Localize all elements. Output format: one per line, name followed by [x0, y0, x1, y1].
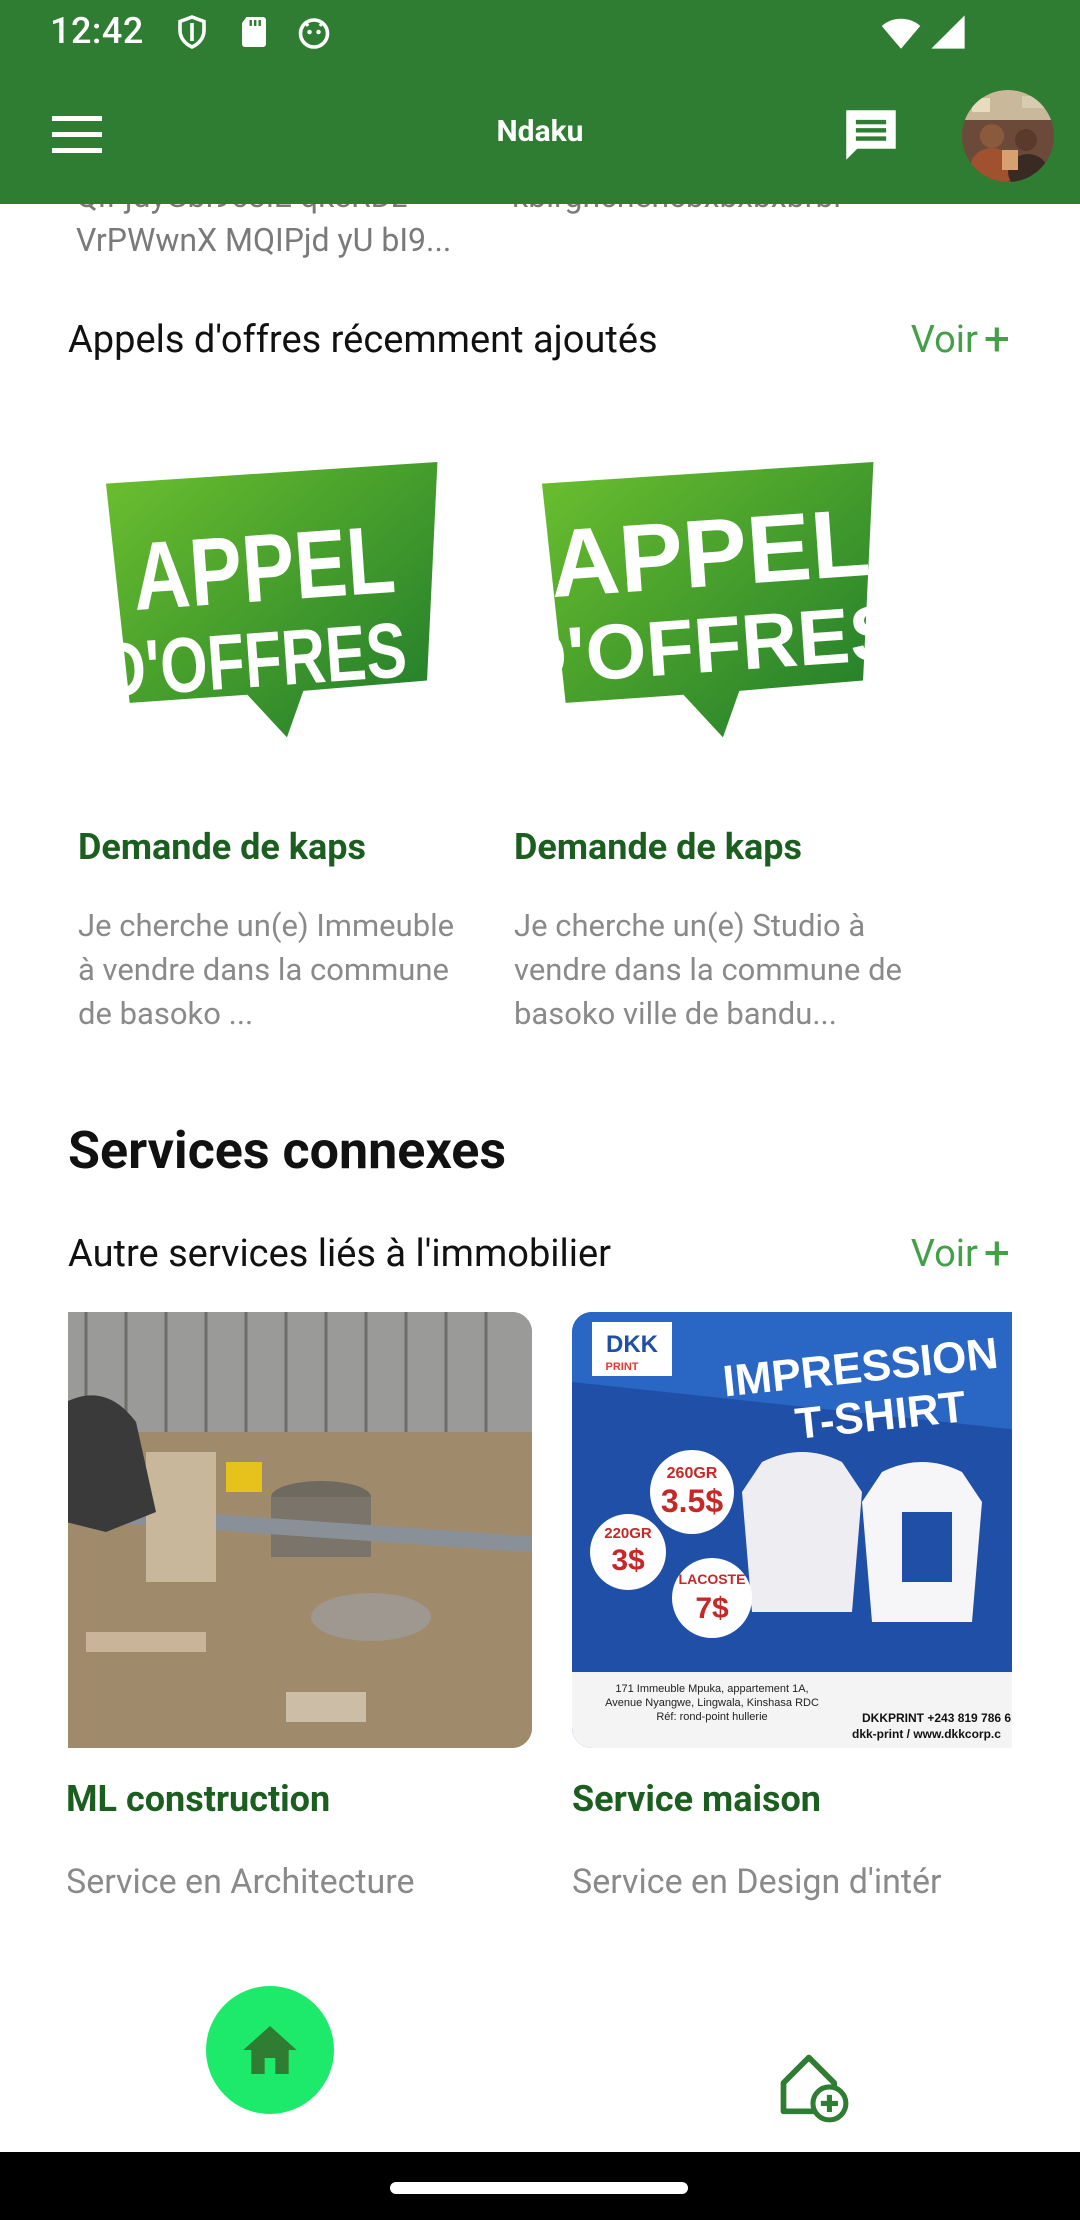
add-home-icon[interactable] [774, 2048, 850, 2124]
cut-off-card-text-right: kbirghchehcbxbxbxbrbr [512, 204, 844, 218]
offer-title: Demande de kaps [78, 826, 367, 868]
plus-icon: + [983, 1227, 1010, 1281]
svg-text:7$: 7$ [695, 1592, 729, 1625]
service-title: ML construction [68, 1778, 331, 1820]
service-title: Service maison [572, 1778, 821, 1820]
services-section-label: Autre services liés à l'immobilier [68, 1232, 612, 1276]
wifi-icon [881, 18, 921, 49]
app-bar: 12:42 Ndaku [0, 0, 1080, 204]
svg-text:dkk-print / www.dkkcorp.c: dkk-print / www.dkkcorp.c [852, 1727, 1001, 1741]
status-time: 12:42 [50, 10, 144, 52]
signal-icon [931, 15, 965, 49]
offer-title: Demande de kaps [514, 826, 803, 868]
home-button[interactable] [206, 1986, 334, 2114]
sd-card-icon [242, 17, 266, 47]
chat-icon[interactable] [838, 102, 904, 168]
svg-text:DKK: DKK [606, 1331, 659, 1358]
svg-text:LACOSTE: LACOSTE [679, 1571, 746, 1587]
svg-text:260GR: 260GR [667, 1465, 718, 1482]
services-see-more-link[interactable]: Voir + [911, 1227, 1010, 1281]
offers-section-label: Appels d'offres récemment ajoutés [68, 318, 658, 362]
svg-text:220GR: 220GR [604, 1525, 652, 1542]
status-bar: 12:42 [0, 0, 1080, 66]
shield-icon [178, 15, 206, 49]
svg-text:3$: 3$ [611, 1544, 645, 1577]
svg-text:PRINT: PRINT [606, 1361, 639, 1373]
appel-offres-logo: APPEL D'OFFRES [508, 462, 904, 738]
offers-section-header: Appels d'offres récemment ajoutés Voir + [68, 313, 1010, 367]
offers-see-more-link[interactable]: Voir + [911, 313, 1010, 367]
android-icon [298, 18, 330, 49]
appel-offres-logo: APPEL D'OFFRES [99, 462, 438, 738]
service-description: Service en Architecture [68, 1862, 415, 1902]
app-title: Ndaku [496, 114, 584, 149]
services-section-header: Autre services liés à l'immobilier Voir + [68, 1227, 1010, 1281]
service-description: Service en Design d'intér [572, 1862, 942, 1902]
cut-off-card-text-left: Qif jdyGbi9c8iE qkeRDz VrPWwnX MQIPjd yU… [76, 204, 452, 259]
offer-card[interactable]: APPEL D'OFFRES Demande de kaps Je cherch… [68, 436, 468, 1032]
offer-description: Je cherche un(e) Studio à vendre dans la… [514, 907, 902, 1032]
offer-card[interactable]: APPEL D'OFFRES Demande de kaps Je cherch… [504, 436, 904, 1032]
svg-text:DKKPRINT +243 819 786 6: DKKPRINT +243 819 786 6 [862, 1711, 1011, 1725]
svg-text:171 Immeuble Mpuka, appartemen: 171 Immeuble Mpuka, appartement 1A, [615, 1683, 808, 1695]
services-section-title: Services connexes [68, 1120, 507, 1181]
svg-text:3.5$: 3.5$ [661, 1483, 723, 1519]
svg-text:Avenue Nyangwe, Lingwala, Kins: Avenue Nyangwe, Lingwala, Kinshasa RDC [605, 1697, 819, 1709]
svg-text:Réf: rond-point hullerie: Réf: rond-point hullerie [656, 1711, 767, 1723]
home-gesture-handle[interactable] [390, 2182, 688, 2194]
service-image-construction [68, 1312, 532, 1748]
offer-description: Je cherche un(e) Immeuble à vendre dans … [78, 907, 455, 1032]
plus-icon: + [983, 313, 1010, 367]
avatar[interactable] [962, 90, 1054, 182]
scroll-content[interactable]: Qif jdyGbi9c8iE qkeRDz VrPWwnX MQIPjd yU… [0, 204, 1080, 1994]
service-image-poster: DKK PRINT IMPRESSION T-SHIRT 260GR 3.5$ … [572, 1312, 1012, 1748]
system-navigation-bar [0, 2152, 1080, 2220]
home-icon [243, 2026, 297, 2074]
services-carousel[interactable]: ML construction Service en Architecture … [68, 1312, 1012, 1912]
toolbar: Ndaku [0, 66, 1080, 204]
bottom-navigation [0, 1950, 1080, 2150]
